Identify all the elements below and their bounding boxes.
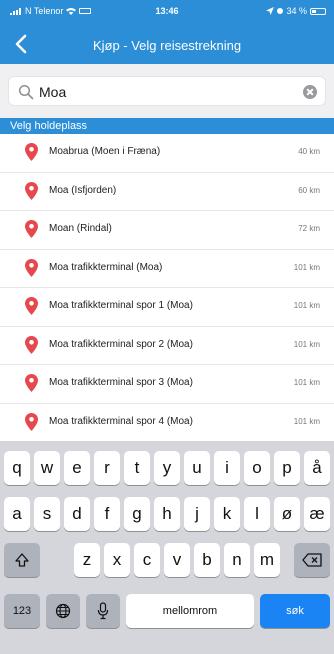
list-item[interactable]: Moa (Isfjorden) 60 km: [0, 173, 334, 211]
section-header: Velg holdeplass: [0, 118, 334, 134]
list-item[interactable]: Moabrua (Moen i Fræna) 40 km: [0, 134, 334, 173]
stop-distance: 72 km: [298, 224, 320, 233]
search-icon: [18, 84, 34, 100]
key-u[interactable]: u: [184, 451, 210, 485]
map-pin-icon: [25, 412, 38, 431]
key-å[interactable]: å: [304, 451, 330, 485]
key-v[interactable]: v: [164, 543, 190, 577]
stop-name: Moan (Rindal): [49, 223, 112, 234]
key-h[interactable]: h: [154, 497, 180, 531]
battery-label: 34 %: [286, 6, 307, 16]
map-pin-icon: [25, 335, 38, 354]
map-pin-icon: [25, 181, 38, 200]
back-button[interactable]: [10, 32, 34, 56]
key-k[interactable]: k: [214, 497, 240, 531]
map-pin-icon: [25, 143, 38, 161]
numbers-key[interactable]: 123: [4, 594, 40, 628]
map-pin-icon: [25, 374, 38, 392]
key-o[interactable]: o: [244, 451, 270, 485]
stop-name: Moa trafikkterminal spor 1 (Moa): [49, 300, 193, 311]
stop-distance: 101 km: [293, 416, 320, 426]
key-x[interactable]: x: [104, 543, 130, 577]
key-y[interactable]: y: [154, 451, 180, 485]
stop-name: Moa (Isfjorden): [49, 184, 117, 196]
backspace-icon: [302, 553, 322, 567]
space-key[interactable]: mellomrom: [126, 594, 254, 628]
stop-name: Moabrua (Moen i Fræna): [49, 146, 161, 157]
stop-name: Moa trafikkterminal spor 4 (Moa): [49, 415, 193, 427]
status-bar: N Telenor 13:46 34 %: [0, 0, 334, 22]
shift-icon: [15, 553, 29, 567]
key-q[interactable]: q: [4, 451, 30, 485]
key-s[interactable]: s: [34, 497, 60, 531]
clear-icon[interactable]: [303, 85, 317, 99]
microphone-icon: [97, 602, 109, 620]
key-ø[interactable]: ø: [274, 497, 300, 531]
key-j[interactable]: j: [184, 497, 210, 531]
stop-name: Moa trafikkterminal spor 2 (Moa): [49, 338, 193, 350]
key-t[interactable]: t: [124, 451, 150, 485]
location-arrow-icon: [266, 7, 275, 15]
nav-bar: Kjøp - Velg reisestrekning: [0, 26, 334, 64]
key-i[interactable]: i: [214, 451, 240, 485]
stop-name: Moa trafikkterminal (Moa): [49, 261, 163, 273]
list-item[interactable]: Moa trafikkterminal spor 4 (Moa) 101 km: [0, 404, 334, 442]
globe-icon: [55, 603, 71, 619]
shift-key[interactable]: [4, 543, 40, 577]
list-item[interactable]: Moa trafikkterminal spor 1 (Moa) 101 km: [0, 288, 334, 327]
key-æ[interactable]: æ: [304, 497, 330, 531]
key-m[interactable]: m: [254, 543, 280, 577]
stop-name: Moa trafikkterminal spor 3 (Moa): [49, 377, 193, 388]
search-key[interactable]: søk: [260, 594, 330, 628]
stop-distance: 101 km: [293, 339, 320, 349]
map-pin-icon: [25, 297, 38, 315]
status-right: 34 %: [266, 6, 326, 16]
list-item[interactable]: Moa trafikkterminal spor 2 (Moa) 101 km: [0, 327, 334, 365]
search-area: [0, 64, 334, 118]
key-w[interactable]: w: [34, 451, 60, 485]
results-list: Moabrua (Moen i Fræna) 40 km Moa (Isfjorde…: [0, 134, 334, 454]
key-p[interactable]: p: [274, 451, 300, 485]
key-e[interactable]: e: [64, 451, 90, 485]
battery-icon: [310, 7, 326, 15]
dictation-key[interactable]: [86, 594, 120, 628]
keyboard: q w e r t y u i o p å a s d f g h j k l ø æ z x c v b n m 123 mellomro…: [0, 441, 334, 654]
stop-distance: 101 km: [293, 378, 320, 387]
key-c[interactable]: c: [134, 543, 160, 577]
page-title: Kjøp - Velg reisestrekning: [92, 38, 242, 53]
key-g[interactable]: g: [124, 497, 150, 531]
search-box[interactable]: [8, 76, 326, 106]
alarm-icon: [277, 8, 284, 14]
app-header: N Telenor 13:46 34 % Kjøp - Velg reisest…: [0, 0, 334, 64]
list-item[interactable]: Moa trafikkterminal (Moa) 101 km: [0, 250, 334, 288]
stop-distance: 40 km: [298, 147, 320, 156]
map-pin-icon: [25, 258, 38, 277]
key-l[interactable]: l: [244, 497, 270, 531]
key-z[interactable]: z: [74, 543, 100, 577]
stop-distance: 101 km: [293, 262, 320, 272]
backspace-key[interactable]: [294, 543, 330, 577]
key-b[interactable]: b: [194, 543, 220, 577]
list-item[interactable]: Moa trafikkterminal spor 3 (Moa) 101 km: [0, 365, 334, 404]
globe-key[interactable]: [46, 594, 80, 628]
key-a[interactable]: a: [4, 497, 30, 531]
key-d[interactable]: d: [64, 497, 90, 531]
stop-distance: 60 km: [298, 185, 320, 195]
map-pin-icon: [25, 220, 38, 238]
stop-distance: 101 km: [293, 301, 320, 310]
search-input[interactable]: [39, 82, 289, 102]
chevron-left-icon: [15, 34, 27, 54]
key-r[interactable]: r: [94, 451, 120, 485]
key-f[interactable]: f: [94, 497, 120, 531]
list-item[interactable]: Moan (Rindal) 72 km: [0, 211, 334, 250]
key-n[interactable]: n: [224, 543, 250, 577]
